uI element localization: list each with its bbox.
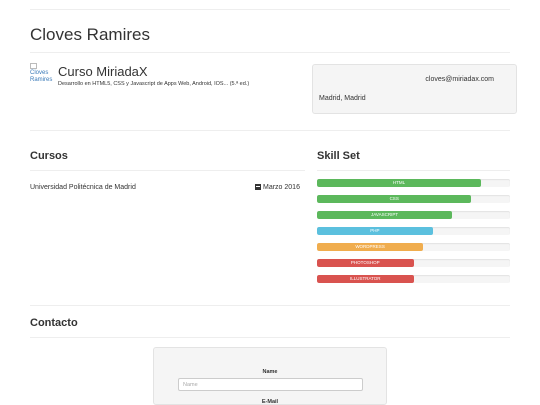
skill-progress-track: JAVASCRIPT <box>317 211 510 219</box>
contacto-divider <box>30 337 510 338</box>
contact-email: cloves@miriadax.com <box>425 76 494 83</box>
education-school: Universidad Politécnica de Madrid <box>30 184 136 191</box>
cursos-divider <box>30 170 305 171</box>
skill-progress-track: WORDPRESS <box>317 243 510 251</box>
section-title-skills: Skill Set <box>317 150 360 162</box>
profile-name: Cloves Ramires <box>30 25 150 44</box>
calendar-icon <box>255 184 261 190</box>
education-date-text: Marzo 2016 <box>263 184 300 191</box>
skill-progress-track: PHOTOSHOP <box>317 259 510 267</box>
skill-progress-bar: HTML <box>317 179 482 187</box>
skill-progress-track: CSS <box>317 195 510 203</box>
contact-form: Name E-Mail <box>153 347 387 405</box>
course-description: Desarrollo en HTML5, CSS y Javascript de… <box>58 81 250 87</box>
profile-divider <box>30 130 510 131</box>
skill-progress-bar: PHP <box>317 227 433 235</box>
name-input[interactable] <box>178 378 363 391</box>
skill-progress-bar: JAVASCRIPT <box>317 211 453 219</box>
skill-progress-bar: ILLUSTRATOR <box>317 275 414 283</box>
skill-progress-track: ILLUSTRATOR <box>317 275 510 283</box>
profile-image: Cloves Ramires <box>30 63 56 84</box>
skill-progress-bar: WORDPRESS <box>317 243 424 251</box>
header-divider <box>30 52 510 53</box>
skills-bottom-divider <box>30 305 510 306</box>
contact-info-card: cloves@miriadax.com Madrid, Madrid <box>312 64 517 114</box>
top-divider <box>30 9 510 10</box>
name-label: Name <box>262 369 278 375</box>
email-label: E-Mail <box>261 399 279 405</box>
skill-progress-bar: CSS <box>317 195 472 203</box>
section-title-cursos: Cursos <box>30 150 68 162</box>
profile-image-alt: Cloves Ramires <box>30 70 53 83</box>
section-title-contacto: Contacto <box>30 317 78 329</box>
skill-progress-track: HTML <box>317 179 510 187</box>
education-date: Marzo 2016 <box>255 184 300 191</box>
skills-divider <box>317 170 510 171</box>
skill-progress-track: PHP <box>317 227 510 235</box>
contact-location: Madrid, Madrid <box>319 95 366 102</box>
skill-progress-bar: PHOTOSHOP <box>317 259 414 267</box>
course-title: Curso MiriadaX <box>58 64 148 79</box>
broken-image-icon <box>30 63 37 69</box>
